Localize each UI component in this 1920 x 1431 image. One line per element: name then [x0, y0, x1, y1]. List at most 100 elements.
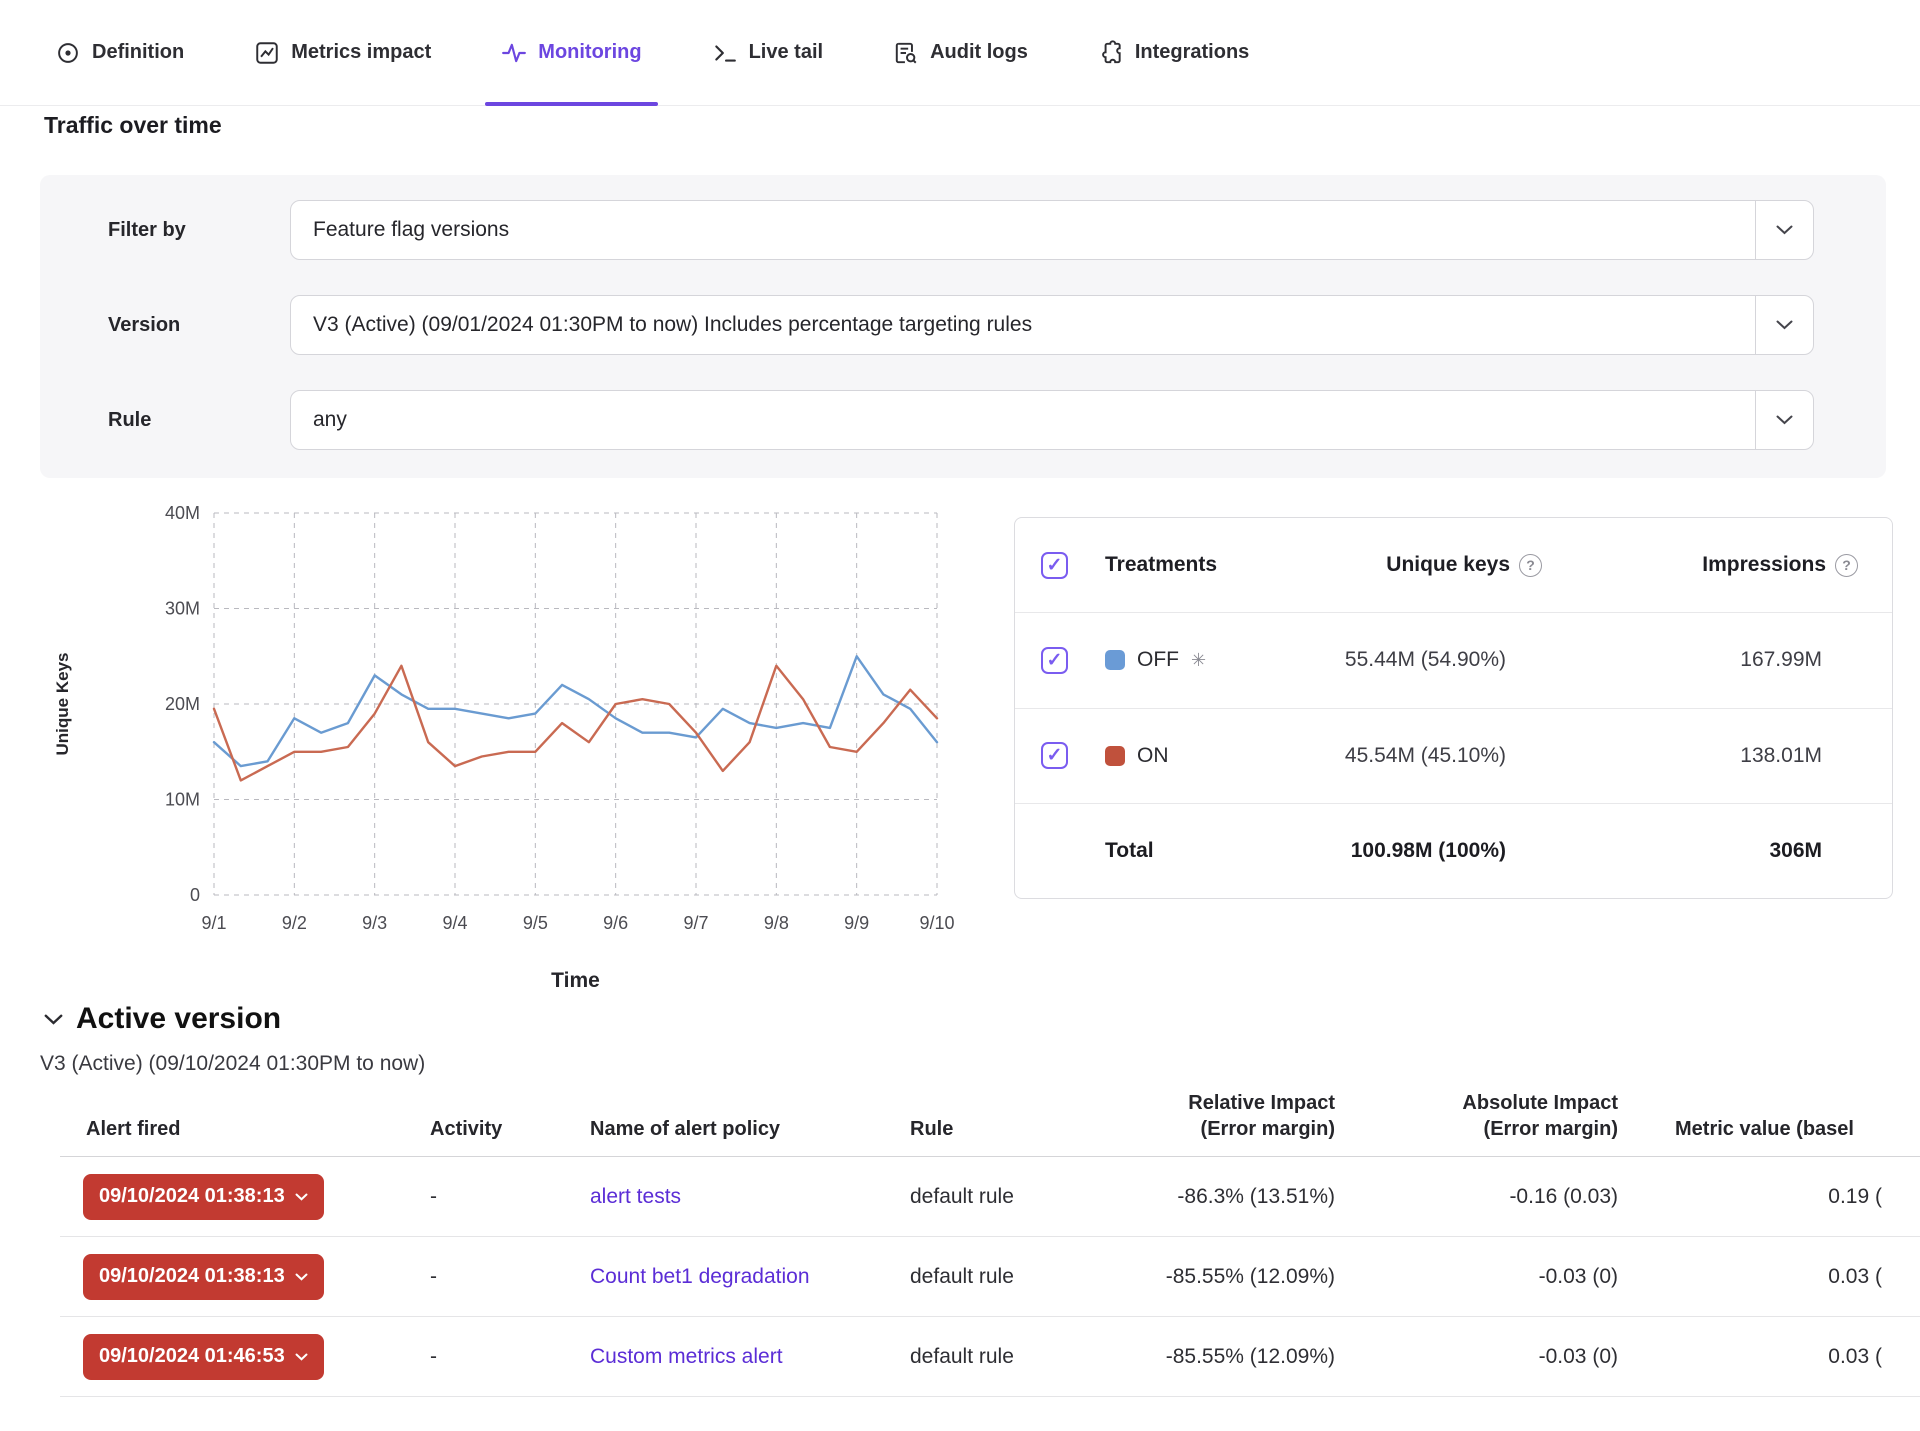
select-all-checkbox[interactable]: ✓	[1041, 552, 1068, 579]
frozen-icon: ✳	[1191, 650, 1206, 671]
activity-header: Activity	[430, 1116, 590, 1142]
svg-text:0: 0	[190, 885, 200, 905]
tab-label: Integrations	[1135, 41, 1249, 64]
tab-definition[interactable]: Definition	[55, 0, 184, 106]
tab-label: Monitoring	[538, 41, 641, 64]
alert-fired-time: 09/10/2024 01:46:53	[99, 1345, 285, 1368]
filter-by-select[interactable]: Feature flag versions	[290, 200, 1814, 260]
active-version-toggle[interactable]: Active version	[44, 1002, 281, 1036]
alert-row: 09/10/2024 01:46:53 - Custom metrics ale…	[60, 1317, 1920, 1397]
chevron-down-icon	[295, 1353, 308, 1361]
off-color-swatch	[1105, 650, 1125, 670]
traffic-chart: 9/19/29/39/49/59/69/79/89/99/10010M20M30…	[40, 500, 1020, 1030]
alert-absolute-impact: -0.03 (0)	[1345, 1265, 1620, 1289]
alert-rule: default rule	[910, 1265, 1110, 1289]
alert-fired-badge[interactable]: 09/10/2024 01:38:13	[83, 1254, 324, 1300]
on-checkbox[interactable]: ✓	[1041, 742, 1068, 769]
version-label: Version	[108, 314, 290, 337]
svg-text:9/10: 9/10	[919, 913, 954, 933]
alert-fired-badge[interactable]: 09/10/2024 01:38:13	[83, 1174, 324, 1220]
help-icon[interactable]: ?	[1835, 554, 1858, 577]
rule-select[interactable]: any	[290, 390, 1814, 450]
treatment-row-on: ✓ ON 45.54M (45.10%) 138.01M	[1015, 708, 1892, 803]
absolute-impact-header: Absolute Impact(Error margin)	[1345, 1090, 1620, 1142]
chevron-down-icon	[295, 1193, 308, 1201]
treatments-header: Treatments	[1105, 553, 1240, 577]
on-impressions: 138.01M	[1740, 744, 1822, 768]
tab-metrics-impact[interactable]: Metrics impact	[254, 0, 431, 106]
alert-activity: -	[430, 1265, 590, 1289]
rule-header: Rule	[910, 1116, 1110, 1142]
chevron-down-icon	[44, 1014, 63, 1025]
chevron-down-icon	[1755, 201, 1813, 259]
alert-metric-value: 0.03 (	[1620, 1345, 1920, 1369]
relative-impact-header: Relative Impact(Error margin)	[1110, 1090, 1345, 1142]
policy-header: Name of alert policy	[590, 1116, 910, 1142]
alert-relative-impact: -85.55% (12.09%)	[1110, 1345, 1345, 1369]
tab-integrations[interactable]: Integrations	[1098, 0, 1249, 106]
filter-row-rule: Rule any	[108, 390, 1814, 450]
integrations-puzzle-icon	[1098, 40, 1124, 66]
on-unique-keys: 45.54M (45.10%)	[1345, 744, 1506, 768]
alert-relative-impact: -86.3% (13.51%)	[1110, 1185, 1345, 1209]
svg-text:30M: 30M	[165, 599, 200, 619]
tab-label: Audit logs	[930, 41, 1028, 64]
unique-keys-header: Unique keys	[1386, 553, 1510, 577]
rule-label: Rule	[108, 409, 290, 432]
filter-row-filter-by: Filter by Feature flag versions	[108, 200, 1814, 260]
tab-audit-logs[interactable]: Audit logs	[893, 0, 1028, 106]
alert-fired-header: Alert fired	[60, 1116, 430, 1142]
alert-fired-time: 09/10/2024 01:38:13	[99, 1265, 285, 1288]
alert-policy-link[interactable]: Count bet1 degradation	[590, 1265, 810, 1288]
version-value: V3 (Active) (09/01/2024 01:30PM to now) …	[291, 313, 1755, 337]
treatment-name: ON	[1137, 744, 1169, 768]
svg-text:9/7: 9/7	[683, 913, 708, 933]
chevron-down-icon	[1755, 391, 1813, 449]
svg-text:20M: 20M	[165, 694, 200, 714]
definition-icon	[55, 40, 81, 66]
alert-policy-link[interactable]: alert tests	[590, 1185, 681, 1208]
active-version-subtitle: V3 (Active) (09/10/2024 01:30PM to now)	[40, 1052, 425, 1076]
tab-label: Definition	[92, 41, 184, 64]
total-unique-keys: 100.98M (100%)	[1351, 839, 1506, 863]
total-label: Total	[1105, 839, 1240, 863]
svg-text:9/9: 9/9	[844, 913, 869, 933]
alert-row: 09/10/2024 01:38:13 - alert tests defaul…	[60, 1157, 1920, 1237]
alerts-table: Alert fired Activity Name of alert polic…	[60, 1090, 1920, 1397]
monitoring-page: Definition Metrics impact Monitoring Liv…	[0, 0, 1920, 1431]
chevron-down-icon	[1755, 296, 1813, 354]
alert-absolute-impact: -0.16 (0.03)	[1345, 1185, 1620, 1209]
audit-logs-icon	[893, 40, 919, 66]
svg-text:Unique Keys: Unique Keys	[53, 653, 72, 756]
tab-monitoring[interactable]: Monitoring	[501, 0, 641, 106]
traffic-chart-svg: 9/19/29/39/49/59/69/79/89/99/10010M20M30…	[40, 500, 1020, 1030]
treatments-total-row: Total 100.98M (100%) 306M	[1015, 803, 1892, 898]
alert-policy-link[interactable]: Custom metrics alert	[590, 1345, 783, 1368]
tab-bar: Definition Metrics impact Monitoring Liv…	[0, 0, 1920, 106]
off-impressions: 167.99M	[1740, 648, 1822, 672]
tab-live-tail[interactable]: Live tail	[712, 0, 823, 106]
check-icon: ✓	[1047, 556, 1063, 575]
alert-rule: default rule	[910, 1185, 1110, 1209]
svg-text:9/1: 9/1	[201, 913, 226, 933]
live-tail-terminal-icon	[712, 40, 738, 66]
filter-by-value: Feature flag versions	[291, 218, 1755, 242]
alert-activity: -	[430, 1345, 590, 1369]
alert-fired-badge[interactable]: 09/10/2024 01:46:53	[83, 1334, 324, 1380]
off-checkbox[interactable]: ✓	[1041, 647, 1068, 674]
alert-fired-time: 09/10/2024 01:38:13	[99, 1185, 285, 1208]
check-icon: ✓	[1047, 746, 1063, 765]
svg-text:9/6: 9/6	[603, 913, 628, 933]
svg-text:9/3: 9/3	[362, 913, 387, 933]
treatments-header-row: ✓ Treatments Unique keys? Impressions?	[1015, 518, 1892, 612]
alert-row: 09/10/2024 01:38:13 - Count bet1 degrada…	[60, 1237, 1920, 1317]
help-icon[interactable]: ?	[1519, 554, 1542, 577]
impressions-header: Impressions	[1702, 553, 1826, 577]
version-select[interactable]: V3 (Active) (09/01/2024 01:30PM to now) …	[290, 295, 1814, 355]
svg-text:9/5: 9/5	[523, 913, 548, 933]
alert-absolute-impact: -0.03 (0)	[1345, 1345, 1620, 1369]
alert-metric-value: 0.19 (	[1620, 1185, 1920, 1209]
alert-metric-value: 0.03 (	[1620, 1265, 1920, 1289]
on-color-swatch	[1105, 746, 1125, 766]
rule-value: any	[291, 408, 1755, 432]
